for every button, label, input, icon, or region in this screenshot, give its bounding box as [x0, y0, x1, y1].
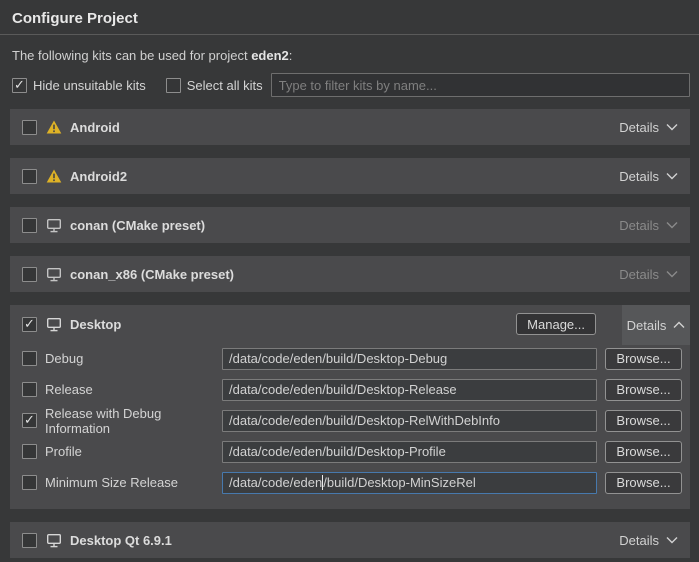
project-name: eden2: [251, 48, 289, 63]
kit-controls-bar: Hide unsuitable kits Select all kits: [12, 73, 690, 97]
build-dir-value: /data/code/eden/build/Desktop-Debug: [229, 351, 447, 366]
kit-filter-input[interactable]: [271, 73, 690, 97]
select-all-kits-option[interactable]: Select all kits: [166, 78, 263, 93]
desktop-icon: [46, 267, 62, 282]
dialog-header: Configure Project: [0, 0, 699, 35]
kits-description: The following kits can be used for proje…: [12, 48, 687, 63]
select-all-checkbox[interactable]: [166, 78, 181, 93]
details-toggle[interactable]: Details: [619, 533, 678, 548]
config-checkbox[interactable]: [22, 382, 37, 397]
build-dir-value: /data/code/eden/build/Desktop-Profile: [229, 444, 446, 459]
kit-panel-desktop: Desktop Manage... Details Debug /data/co…: [10, 305, 690, 509]
desktop-icon: [46, 317, 62, 332]
chevron-down-icon: [666, 172, 678, 180]
hide-unsuitable-checkbox[interactable]: [12, 78, 27, 93]
details-label: Details: [619, 218, 659, 233]
kit-checkbox[interactable]: [22, 317, 37, 332]
kit-name: Android: [70, 120, 120, 135]
config-checkbox[interactable]: [22, 351, 37, 366]
kit-checkbox[interactable]: [22, 120, 37, 135]
kit-name: Android2: [70, 169, 127, 184]
hide-unsuitable-label: Hide unsuitable kits: [33, 78, 146, 93]
config-label: Profile: [45, 444, 222, 459]
chevron-down-icon: [666, 221, 678, 229]
details-toggle: Details: [619, 218, 678, 233]
details-label: Details: [619, 120, 659, 135]
details-toggle[interactable]: Details: [619, 120, 678, 135]
kit-name: conan_x86 (CMake preset): [70, 267, 234, 282]
build-dir-input-profile[interactable]: /data/code/eden/build/Desktop-Profile: [222, 441, 597, 463]
chevron-up-icon: [673, 321, 685, 329]
chevron-down-icon: [666, 536, 678, 544]
details-label: Details: [619, 267, 659, 282]
details-label: Details: [627, 318, 667, 333]
build-dir-input-release[interactable]: /data/code/eden/build/Desktop-Release: [222, 379, 597, 401]
browse-button[interactable]: Browse...: [605, 472, 682, 494]
browse-button[interactable]: Browse...: [605, 441, 682, 463]
details-label: Details: [619, 533, 659, 548]
config-label: Debug: [45, 351, 222, 366]
build-dir-value: /data/code/eden/build/Desktop-Release: [229, 382, 457, 397]
kit-name: conan (CMake preset): [70, 218, 205, 233]
config-checkbox[interactable]: [22, 413, 37, 428]
kit-name: Desktop Qt 6.9.1: [70, 533, 172, 548]
manage-kits-button[interactable]: Manage...: [516, 313, 596, 335]
config-row-relwithdebinfo: Release with Debug Information /data/cod…: [10, 405, 690, 436]
build-dir-value: /build/Desktop-MinSizeRel: [323, 475, 475, 490]
kit-checkbox[interactable]: [22, 533, 37, 548]
kit-checkbox[interactable]: [22, 169, 37, 184]
kit-row-android2[interactable]: Android2 Details: [10, 158, 690, 194]
select-all-label: Select all kits: [187, 78, 263, 93]
chevron-down-icon: [666, 270, 678, 278]
chevron-down-icon: [666, 123, 678, 131]
kit-checkbox[interactable]: [22, 218, 37, 233]
desktop-icon: [46, 218, 62, 233]
build-dir-input-debug[interactable]: /data/code/eden/build/Desktop-Debug: [222, 348, 597, 370]
warning-icon: [46, 120, 62, 134]
details-toggle: Details: [619, 267, 678, 282]
build-dir-input-relwithdebinfo[interactable]: /data/code/eden/build/Desktop-RelWithDeb…: [222, 410, 597, 432]
browse-button[interactable]: Browse...: [605, 348, 682, 370]
config-label: Release: [45, 382, 222, 397]
config-label: Release with Debug Information: [45, 406, 222, 436]
config-row-debug: Debug /data/code/eden/build/Desktop-Debu…: [10, 343, 690, 374]
details-toggle[interactable]: Details: [619, 169, 678, 184]
warning-icon: [46, 169, 62, 183]
kit-list: Android Details Android2 Details conan (…: [10, 109, 690, 562]
config-row-profile: Profile /data/code/eden/build/Desktop-Pr…: [10, 436, 690, 467]
config-row-release: Release /data/code/eden/build/Desktop-Re…: [10, 374, 690, 405]
kit-row-android[interactable]: Android Details: [10, 109, 690, 145]
build-dir-value: /data/code/eden: [229, 475, 322, 490]
config-label: Minimum Size Release: [45, 475, 222, 490]
browse-button[interactable]: Browse...: [605, 379, 682, 401]
kits-description-prefix: The following kits can be used for proje…: [12, 48, 251, 63]
kit-row-desktop-qt-691[interactable]: Desktop Qt 6.9.1 Details: [10, 522, 690, 558]
kit-row-conan-x86[interactable]: conan_x86 (CMake preset) Details: [10, 256, 690, 292]
config-row-min-size-release: Minimum Size Release /data/code/eden/bui…: [10, 467, 690, 498]
kit-name: Desktop: [70, 317, 121, 332]
kit-checkbox[interactable]: [22, 267, 37, 282]
page-title: Configure Project: [12, 10, 687, 27]
desktop-icon: [46, 533, 62, 548]
details-toggle-expanded[interactable]: Details: [622, 305, 690, 345]
config-checkbox[interactable]: [22, 444, 37, 459]
details-toggle[interactable]: Details: [627, 318, 686, 333]
browse-button[interactable]: Browse...: [605, 410, 682, 432]
build-dir-input-min-size-release[interactable]: /data/code/eden/build/Desktop-MinSizeRel: [222, 472, 597, 494]
kit-row-conan[interactable]: conan (CMake preset) Details: [10, 207, 690, 243]
kit-row-desktop[interactable]: Desktop Manage...: [10, 305, 690, 343]
config-checkbox[interactable]: [22, 475, 37, 490]
hide-unsuitable-kits-option[interactable]: Hide unsuitable kits: [12, 78, 146, 93]
kits-description-suffix: :: [289, 48, 293, 63]
build-dir-value: /data/code/eden/build/Desktop-RelWithDeb…: [229, 413, 500, 428]
details-label: Details: [619, 169, 659, 184]
